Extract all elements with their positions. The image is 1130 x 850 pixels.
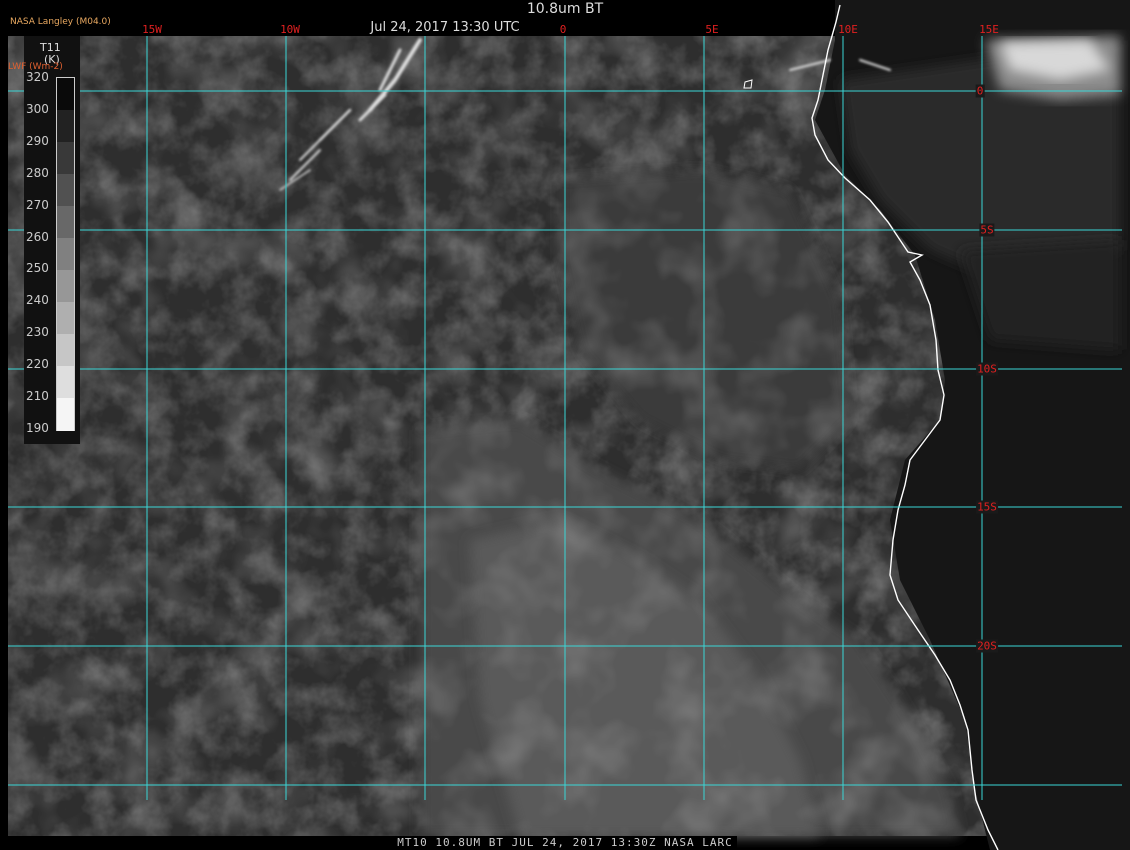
legend-tick-label: 220 (26, 357, 49, 372)
lon-label-10w: 10W (280, 23, 300, 36)
legend-tick-label: 250 (26, 261, 49, 276)
legend-tick-label: 240 (26, 293, 49, 308)
legend-tick-label: 190 (26, 421, 49, 435)
legend-tick-label: 230 (26, 325, 49, 340)
legend-swatch (57, 206, 74, 239)
legend-swatch (57, 110, 74, 143)
credit-label: NASA Langley (M04.0) (10, 17, 111, 27)
legend-swatch (57, 302, 74, 335)
lat-label-15s: 15S (976, 500, 998, 514)
legend-swatch (57, 270, 74, 303)
legend-swatch (57, 334, 74, 367)
observation-datetime: Jul 24, 2017 13:30 UTC (370, 20, 520, 35)
legend-tick-label: 280 (26, 165, 49, 180)
legend-tick-label: 320 (26, 70, 49, 84)
legend-swatch (57, 142, 74, 175)
legend-color-bar (56, 77, 75, 431)
lat-label-5s: 5S (979, 223, 995, 237)
lon-label-15w: 15W (142, 23, 162, 36)
legend-swatch (57, 174, 74, 207)
legend-tick-label: 270 (26, 197, 49, 212)
legend-swatch (57, 398, 74, 431)
satellite-image (8, 0, 1130, 850)
lat-label-10s: 10S (976, 362, 998, 376)
lat-label-20s: 20S (976, 639, 998, 653)
legend-tick-label: 260 (26, 229, 49, 244)
lon-label-0: 0 (559, 23, 567, 36)
lon-label-15e: 15E (979, 23, 999, 36)
legend-swatch (57, 78, 74, 111)
legend-tick-label: 210 (26, 389, 49, 404)
product-title: 10.8um BT (526, 1, 604, 17)
lat-label-0: 0 (975, 84, 985, 98)
legend-swatch (57, 238, 74, 271)
footer-caption: MT10 10.8UM BT JUL 24, 2017 13:30Z NASA … (0, 836, 1130, 850)
footer-text: MT10 10.8UM BT JUL 24, 2017 13:30Z NASA … (393, 836, 737, 849)
legend-tick-label: 300 (26, 101, 49, 116)
lon-label-5e: 5E (705, 23, 719, 36)
lon-label-10e: 10E (838, 23, 858, 36)
legend-swatch (57, 366, 74, 399)
legend-tick-label: 290 (26, 133, 49, 148)
